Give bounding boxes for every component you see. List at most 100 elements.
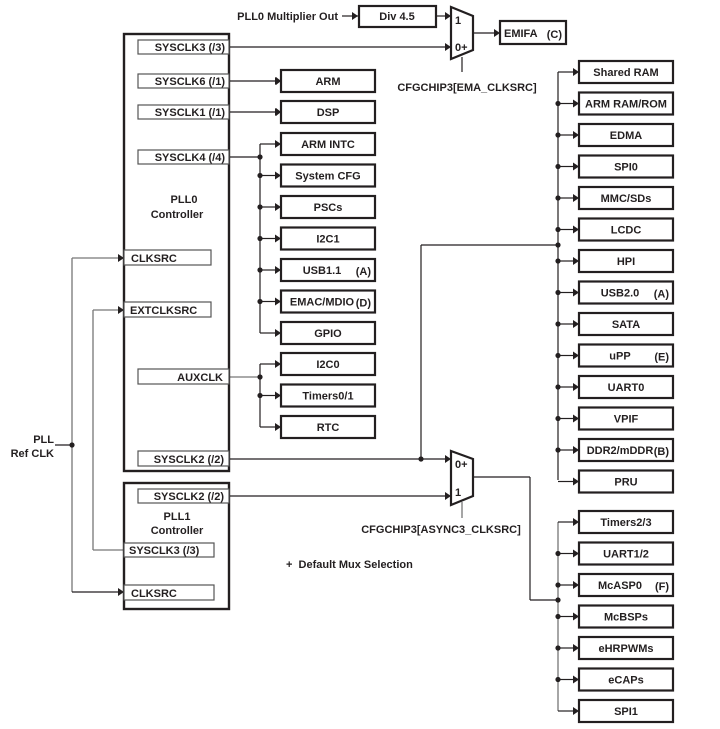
peripheral-spi1: SPI1: [558, 698, 675, 724]
junction-dot: [555, 352, 561, 359]
sysclk4-peripherals: ARM INTC System CFG PSCs I2C1 USB1.1 (A) EMAC/…: [257, 131, 377, 346]
peripheral-label: I2C1: [316, 234, 339, 246]
peripheral-note: (F): [655, 581, 669, 593]
async3-clksrc-select-label: CFGCHIP3[ASYNC3_CLKSRC]: [361, 524, 521, 536]
peripheral-uart0: UART0: [555, 374, 675, 400]
async3-mux-input-1: 1: [455, 487, 461, 499]
peripheral-label: ARM: [315, 76, 340, 88]
pll0-sysclk1-port: SYSCLK1 (/1): [155, 107, 226, 119]
emifa-note: (C): [547, 29, 563, 41]
pll0-clksrc-port: CLKSRC: [131, 253, 177, 265]
peripheral-ehrpwms: eHRPWMs: [555, 635, 675, 661]
junction-dot: [555, 676, 561, 683]
peripheral-label: McASP0: [598, 580, 642, 592]
async3-mux-input-0: 0+: [455, 459, 468, 471]
junction-dot: [555, 550, 561, 557]
peripheral-label: DDR2/mDDR: [587, 445, 654, 457]
peripheral-uart1-2: UART1/2: [555, 541, 675, 566]
junction-dot: [555, 226, 561, 233]
pll0-auxclk-port: AUXCLK: [177, 372, 223, 384]
peripheral-note: (A): [356, 266, 372, 278]
peripheral-label: GPIO: [314, 328, 342, 340]
junction-dot: [555, 100, 561, 107]
pll0-multiplier-out-label: PLL0 Multiplier Out: [237, 11, 338, 23]
peripheral-label: PSCs: [314, 202, 343, 214]
pll1-sysclk3-port: SYSCLK3 (/3): [129, 545, 200, 557]
peripheral-mcasp0: McASP0 (F): [555, 572, 675, 598]
peripheral-label: UART1/2: [603, 549, 649, 561]
junction-dot: [555, 195, 561, 201]
pll1-title-line2: Controller: [151, 525, 204, 537]
pll1-sysclk2-port: SYSCLK2 (/2): [154, 491, 225, 503]
junction-dot: [555, 415, 561, 422]
peripheral-vpif: VPIF: [555, 406, 675, 431]
peripheral-sata: SATA: [555, 311, 675, 337]
junction-dot: [555, 582, 561, 588]
async3-peripherals: Timers2/3 UART1/2 McASP0 (F) McBSPs eHRPWMs eC…: [555, 509, 675, 724]
peripheral-note: (A): [654, 289, 670, 301]
peripheral-label: I2C0: [316, 359, 339, 371]
auxclk-peripherals: I2C0 Timers0/1 RTC: [257, 351, 377, 440]
peripheral-label: HPI: [617, 256, 635, 268]
peripheral-label: VPIF: [614, 414, 639, 426]
junction-dot: [555, 613, 561, 620]
junction-dot: [555, 321, 561, 327]
peripheral-label: Shared RAM: [593, 67, 658, 79]
peripheral-dsp: DSP: [275, 99, 377, 125]
emifa-label: EMIFA: [504, 28, 538, 40]
pll1-title-line1: PLL1: [164, 511, 191, 523]
peripheral-rtc: RTC: [260, 414, 377, 440]
async3-clock-mux: 0+ 1: [449, 449, 475, 507]
peripheral-emac-mdio: EMAC/MDIO (D): [257, 289, 377, 314]
peripheral-i2c0: I2C0: [260, 351, 377, 377]
pll0-sysclk2-port: SYSCLK2 (/2): [154, 454, 225, 466]
junction-dot: [257, 392, 263, 399]
peripheral-label: UART0: [608, 382, 645, 394]
junction-dot: [257, 204, 263, 210]
peripheral-timers2-3: Timers2/3: [558, 509, 675, 535]
peripheral-hpi: HPI: [555, 248, 675, 274]
peripheral-pscs: PSCs: [257, 194, 377, 220]
pll0-title-line1: PLL0: [171, 194, 198, 206]
peripheral-label: PRU: [614, 477, 637, 489]
peripheral-label: ARM RAM/ROM: [585, 99, 667, 111]
sysclk6-peripherals: ARM: [275, 68, 377, 94]
peripheral-pru: PRU: [558, 469, 675, 494]
junction-dot: [555, 645, 561, 651]
sysclk2-peripherals: Shared RAM ARM RAM/ROM EDMA SPI0 MMC/SDs LCDC…: [555, 59, 675, 494]
pll0-sysclk6-port: SYSCLK6 (/1): [155, 76, 226, 88]
emifa-mux-input-1: 1: [455, 15, 461, 27]
peripheral-label: Timers0/1: [302, 391, 353, 403]
junction-dot: [555, 132, 561, 138]
peripheral-note: (D): [356, 298, 372, 310]
peripheral-label: eCAPs: [608, 675, 643, 687]
peripheral-label: eHRPWMs: [598, 643, 653, 655]
peripheral-system-cfg: System CFG: [257, 163, 377, 188]
peripheral-arm-intc: ARM INTC: [260, 131, 377, 157]
peripheral-mcbsps: McBSPs: [555, 604, 675, 629]
ema-clksrc-select-label: CFGCHIP3[EMA_CLKSRC]: [397, 82, 537, 94]
junction-dot: [257, 267, 263, 273]
peripheral-label: EDMA: [610, 130, 642, 142]
div-4-5-block: Div 4.5: [357, 4, 438, 29]
peripheral-arm-ram-rom: ARM RAM/ROM: [555, 91, 675, 116]
peripheral-ecaps: eCAPs: [555, 667, 675, 692]
peripheral-label: USB2.0: [601, 288, 640, 300]
peripheral-timers0-1: Timers0/1: [257, 383, 377, 408]
peripheral-label: Timers2/3: [600, 517, 651, 529]
sysclk1-peripherals: DSP: [275, 99, 377, 125]
pll-ref-clk-label-line2: Ref CLK: [11, 448, 54, 460]
peripheral-label: RTC: [317, 422, 340, 434]
junction-dot: [257, 172, 263, 179]
junction-dot: [555, 163, 561, 170]
peripheral-arm: ARM: [275, 68, 377, 94]
peripheral-label: uPP: [609, 351, 630, 363]
peripheral-lcdc: LCDC: [555, 217, 675, 242]
peripheral-usb1-1: USB1.1 (A): [257, 257, 377, 283]
peripheral-shared-ram: Shared RAM: [558, 59, 675, 85]
pll0-sysclk4-port: SYSCLK4 (/4): [155, 152, 226, 164]
pll0-sysclk3-port: SYSCLK3 (/3): [155, 42, 226, 54]
junction-dot: [555, 447, 561, 453]
pll1-controller: SYSCLK2 (/2) PLL1 Controller SYSCLK3 (/3…: [122, 481, 231, 611]
junction-dot: [555, 258, 561, 264]
